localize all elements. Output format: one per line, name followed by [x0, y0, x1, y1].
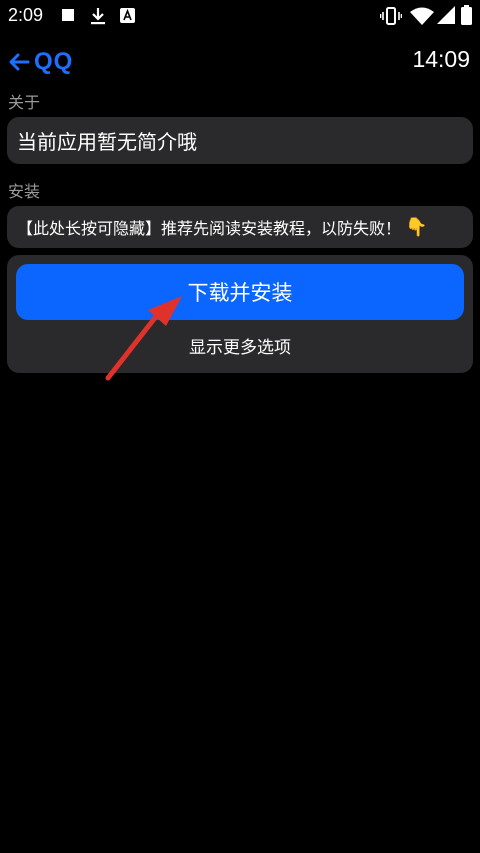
about-card: 当前应用暂无简介哦	[7, 117, 473, 164]
signal-icon	[437, 6, 455, 24]
arrow-left-icon	[9, 53, 30, 71]
status-time: 2:09	[8, 5, 44, 25]
app-clock: 14:09	[412, 46, 470, 72]
wifi-icon	[410, 7, 434, 25]
accessibility-a-icon	[120, 8, 135, 23]
install-tip-text: 【此处长按可隐藏】推荐先阅读安装教程，以防失败！	[17, 219, 402, 238]
status-bar: 2:09	[0, 0, 480, 34]
about-text: 当前应用暂无简介哦	[17, 130, 197, 154]
vibrate-icon	[380, 7, 402, 25]
install-action-card: 下载并安装 显示更多选项	[7, 255, 473, 373]
app-bar: QQ 14:09	[0, 40, 480, 80]
download-install-button[interactable]: 下载并安装	[16, 264, 464, 320]
download-icon	[91, 8, 105, 25]
install-label: 安装	[8, 182, 41, 201]
pointing-down-icon: 👇	[405, 216, 428, 238]
download-install-label: 下载并安装	[187, 281, 293, 305]
about-label: 关于	[8, 93, 41, 112]
show-more-options-link[interactable]: 显示更多选项	[7, 333, 473, 358]
install-tip-card[interactable]: 【此处长按可隐藏】推荐先阅读安装教程，以防失败！ 👇	[7, 206, 473, 248]
battery-icon	[461, 5, 472, 25]
stop-square-icon	[62, 9, 74, 21]
app-title: QQ	[34, 48, 74, 75]
back-button[interactable]: QQ	[8, 48, 73, 76]
annotation-arrow-icon	[105, 296, 182, 381]
